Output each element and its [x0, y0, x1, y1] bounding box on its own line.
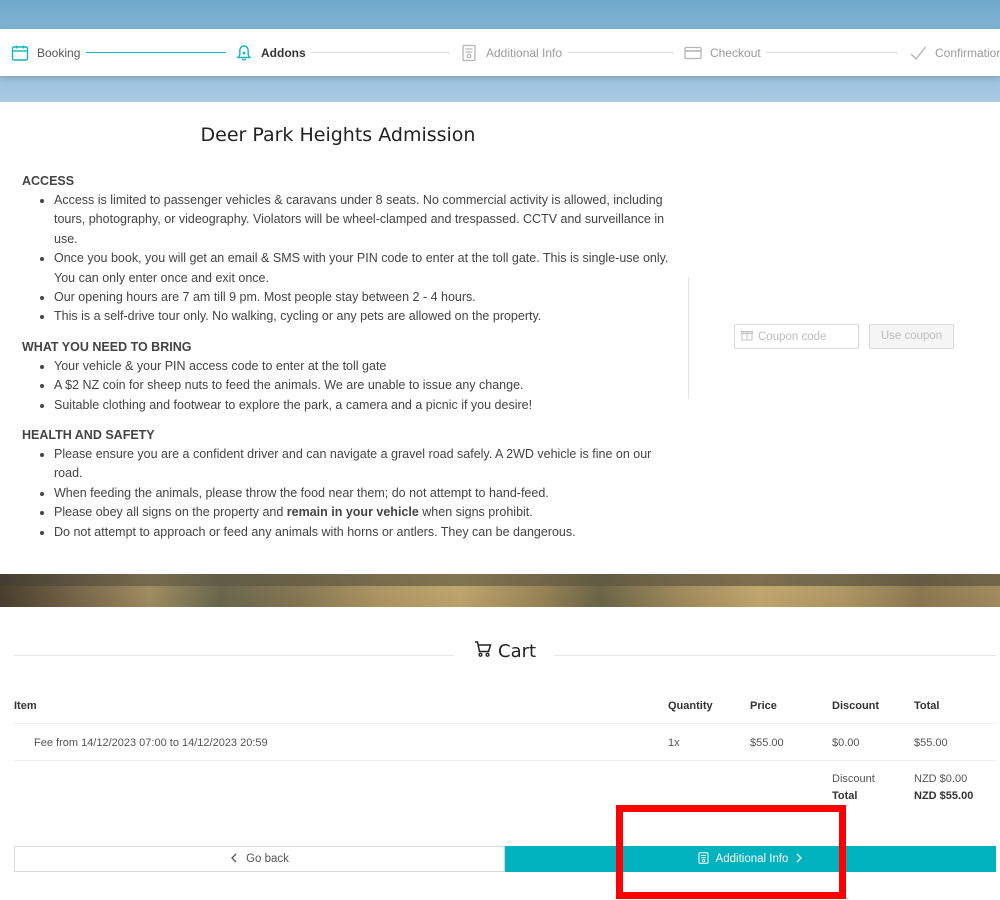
step-checkout[interactable]: Checkout: [684, 29, 761, 76]
summary-discount-value: NZD $0.00: [914, 773, 968, 785]
step-connector: [568, 52, 674, 53]
vertical-divider: [688, 277, 689, 399]
chevron-left-icon: [230, 853, 238, 866]
step-connector: [310, 52, 450, 53]
cart-icon: [474, 640, 492, 663]
step-additional-info[interactable]: Additional Info: [460, 29, 562, 76]
list-item: Please obey all signs on the property an…: [54, 503, 672, 522]
list-item: Access is limited to passenger vehicles …: [54, 191, 672, 249]
section-list: Please ensure you are a confident driver…: [54, 445, 672, 542]
list-item-text: when signs prohibit.: [418, 505, 533, 520]
chevron-right-icon: [795, 853, 803, 866]
list-item: This is a self-drive tour only. No walki…: [54, 307, 672, 326]
go-back-label: Go back: [246, 853, 289, 865]
use-coupon-button[interactable]: Use coupon: [869, 324, 954, 349]
step-connector: [766, 52, 898, 53]
landscape-banner: [0, 574, 1000, 607]
section-heading: HEALTH AND SAFETY: [22, 428, 155, 443]
summary-total-value: NZD $55.00: [914, 790, 974, 802]
calendar-icon: [11, 44, 29, 62]
step-label: Additional Info: [486, 45, 563, 60]
step-addons[interactable]: Addons: [235, 29, 306, 76]
cart-title-text: Cart: [498, 641, 537, 662]
additional-info-label: Additional Info: [715, 853, 789, 865]
list-item: Please ensure you are a confident driver…: [54, 445, 672, 484]
step-label: Confirmation: [935, 45, 1000, 60]
list-item: Suitable clothing and footwear to explor…: [54, 396, 672, 415]
column-header-item: Item: [14, 700, 37, 712]
cell-quantity: 1x: [668, 737, 680, 749]
section-heading: WHAT YOU NEED TO BRING: [22, 339, 192, 354]
step-label: Booking: [37, 45, 81, 60]
additional-info-button[interactable]: Additional Info: [505, 846, 996, 872]
column-header-quantity: Quantity: [668, 700, 713, 712]
go-back-button[interactable]: Go back: [14, 846, 505, 872]
list-item: Your vehicle & your PIN access code to e…: [54, 357, 672, 376]
divider: [554, 655, 996, 656]
cart-title: Cart: [474, 640, 536, 663]
coupon-field[interactable]: [734, 324, 859, 349]
divider: [14, 655, 454, 656]
coupon-input[interactable]: [758, 330, 853, 343]
step-label: Addons: [261, 45, 306, 60]
product-panel: Deer Park Heights Admission ACCESS Acces…: [0, 102, 1000, 574]
table-divider: [14, 723, 996, 724]
checkout-stepper: Booking Addons Additional Info Checkout …: [0, 29, 1000, 76]
credit-card-icon: [684, 44, 702, 62]
list-item: Do not attempt to approach or feed any a…: [54, 523, 672, 542]
cell-price: $55.00: [750, 737, 784, 749]
step-label: Checkout: [710, 45, 761, 60]
bell-icon: [235, 44, 253, 62]
step-booking[interactable]: Booking: [11, 29, 80, 76]
cell-item: Fee from 14/12/2023 07:00 to 14/12/2023 …: [34, 737, 268, 749]
step-connector: [86, 52, 226, 53]
gift-icon: [741, 329, 753, 344]
section-heading: ACCESS: [22, 174, 75, 188]
column-header-discount: Discount: [832, 700, 880, 712]
document-icon: [460, 44, 478, 62]
column-header-price: Price: [750, 700, 777, 712]
document-icon: [698, 851, 709, 867]
column-header-total: Total: [914, 700, 940, 712]
step-confirmation[interactable]: Confirmation: [909, 29, 1000, 76]
list-item: Once you book, you will get an email & S…: [54, 249, 672, 288]
product-description: ACCESS Access is limited to passenger ve…: [22, 172, 672, 542]
cart-header: Cart: [14, 640, 996, 664]
list-item: When feeding the animals, please throw t…: [54, 484, 672, 503]
section-list: Your vehicle & your PIN access code to e…: [54, 357, 672, 415]
product-title: Deer Park Heights Admission: [200, 124, 476, 146]
summary-discount-label: Discount: [832, 773, 875, 785]
table-divider: [14, 760, 996, 761]
section-list: Access is limited to passenger vehicles …: [54, 191, 672, 327]
cell-discount: $0.00: [832, 737, 860, 749]
summary-total-label: Total: [832, 790, 858, 802]
check-icon: [909, 44, 927, 62]
emphasis-text: remain in your vehicle: [286, 505, 419, 520]
cell-total: $55.00: [914, 737, 948, 749]
list-item: Our opening hours are 7 am till 9 pm. Mo…: [54, 288, 672, 307]
list-item-text: Please obey all signs on the property an…: [54, 505, 287, 520]
list-item: A $2 NZ coin for sheep nuts to feed the …: [54, 376, 672, 395]
